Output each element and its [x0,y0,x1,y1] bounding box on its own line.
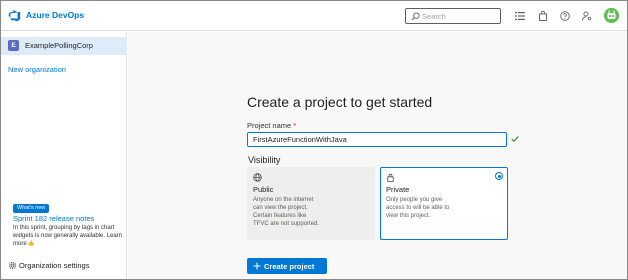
app-title[interactable]: Azure DevOps [26,10,84,20]
required-mark: * [293,121,297,130]
release-notes-link[interactable]: Sprint 182 release notes [13,214,94,223]
help-icon[interactable] [560,11,570,21]
check-icon [511,136,519,143]
user-settings-icon[interactable] [582,11,592,21]
plus-icon [253,262,261,269]
visibility-option-private[interactable]: Private Only people you give access to w… [380,167,508,240]
shopping-bag-icon[interactable] [538,11,548,21]
public-title: Public [253,185,274,194]
create-project-button[interactable]: Create project [247,258,327,274]
gear-icon [8,261,17,270]
avatar-robot-icon [604,8,619,23]
create-project-label: Create project [264,261,315,271]
globe-icon [253,173,262,182]
search-box[interactable] [405,8,501,24]
organization-settings-label: Organization settings [19,261,90,270]
avatar[interactable] [604,8,619,23]
private-description: Only people you give access to will be a… [386,197,450,219]
visibility-label: Visibility [248,155,281,165]
new-organization-link[interactable]: New organization [8,65,66,74]
org-name: ExamplePollingCorp [25,41,93,50]
org-badge: E [8,40,19,51]
search-icon [411,12,420,21]
sidebar-item-organization[interactable]: E ExamplePollingCorp [1,37,127,55]
search-input[interactable] [422,11,498,22]
visibility-option-public[interactable]: Public Anyone on the internet can view t… [247,167,375,240]
private-title: Private [386,185,410,194]
private-radio-selected[interactable] [495,172,503,180]
main-content: Create a project to get started Project … [128,32,627,279]
list-settings-icon[interactable] [515,11,525,21]
lock-icon [387,173,394,182]
public-description: Anyone on the internet can view the proj… [253,197,320,227]
top-bar: Azure DevOps [1,1,627,31]
page-title: Create a project to get started [247,94,433,110]
release-notes-text: In this sprint, grouping by tags in char… [13,225,115,239]
project-name-field[interactable] [247,132,507,147]
sidebar: E ExamplePollingCorp New organization Wh… [1,32,127,279]
project-name-label: Project name * [247,121,296,130]
thumbs-up-icon [28,240,35,246]
whats-new-badge: What's new [13,204,50,213]
release-notes-description: In this sprint, grouping by tags in char… [13,224,125,248]
devops-logo-icon[interactable] [8,9,21,22]
project-name-label-text: Project name [247,121,292,130]
